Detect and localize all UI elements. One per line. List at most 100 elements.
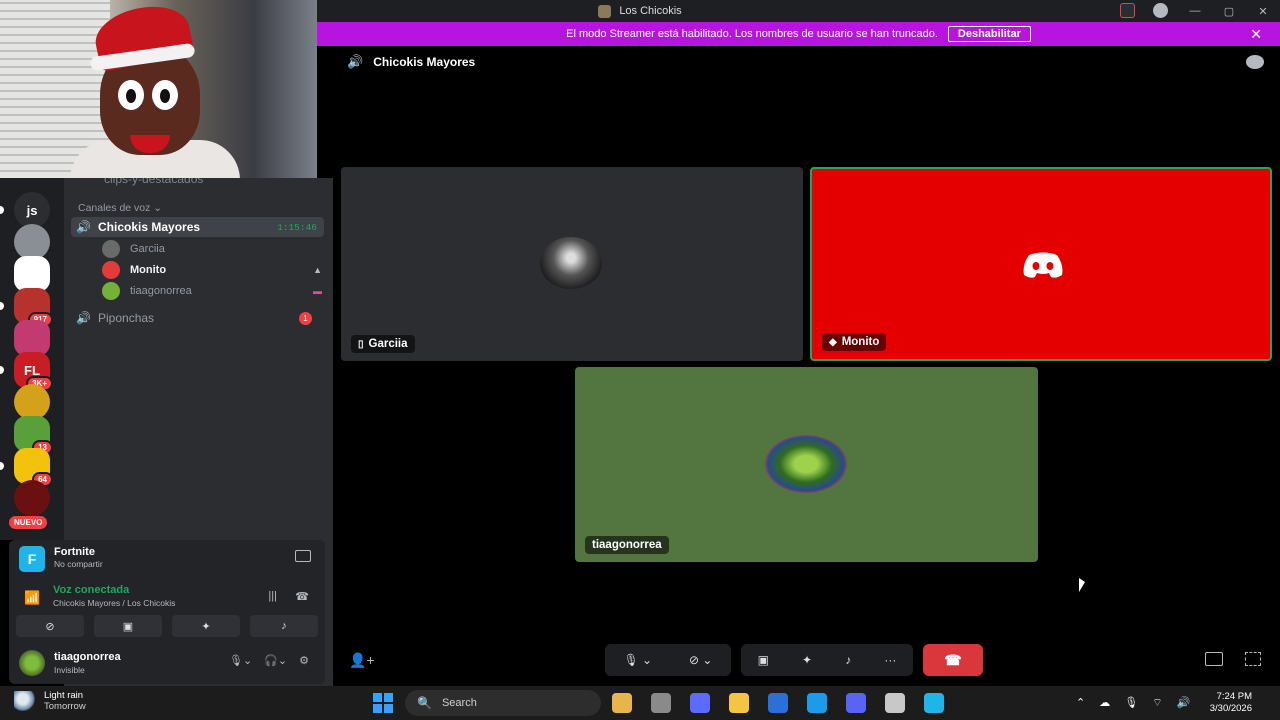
- headphones-icon[interactable]: 🎧⌄: [264, 654, 287, 667]
- voice-member-monito[interactable]: Monito ▲: [102, 261, 322, 279]
- server-fl[interactable]: FL 3K+: [14, 352, 53, 391]
- system-tray: ⌃ ☁ 🎙 ⌔ 🔊: [1076, 696, 1190, 710]
- stream-game-icon[interactable]: [295, 550, 311, 562]
- more-options-button[interactable]: ···: [878, 653, 902, 667]
- server-icon-3[interactable]: [14, 256, 50, 292]
- onedrive-icon[interactable]: ☁: [1099, 696, 1110, 710]
- voice-call-view: 🔊 Chicokis Mayores ▯ Garciia ◆ Monito ti…: [333, 46, 1280, 686]
- inbox-icon[interactable]: [1120, 3, 1135, 18]
- voice-channel-piponchas[interactable]: 🔊 Piponchas 1: [71, 308, 324, 328]
- discord-logo-icon: [1023, 252, 1063, 278]
- taskbar-app-icon[interactable]: [768, 693, 788, 713]
- unread-pill: [0, 206, 4, 214]
- invite-user-icon[interactable]: 👤+: [349, 652, 375, 669]
- participant-tile-monito[interactable]: ◆ Monito: [810, 167, 1272, 361]
- streamer-mode-banner: El modo Streamer está habilitado. Los no…: [317, 22, 1280, 46]
- server-icon-7[interactable]: [14, 384, 50, 420]
- taskbar-app-icon[interactable]: [729, 693, 749, 713]
- weather-title: Light rain: [44, 690, 84, 701]
- channel-name: Chicokis Mayores: [98, 220, 201, 234]
- avatar: [540, 237, 602, 289]
- close-window-button[interactable]: ✕: [1246, 5, 1280, 18]
- soundboard-button[interactable]: ♪: [839, 653, 857, 667]
- taskbar-app-icon[interactable]: [612, 693, 632, 713]
- taskbar-app-icon[interactable]: [651, 693, 671, 713]
- settings-gear-icon[interactable]: ⚙: [299, 654, 309, 667]
- member-name: Garciia: [130, 243, 165, 255]
- avatar: [102, 261, 120, 279]
- activities-button[interactable]: ✦: [796, 653, 818, 667]
- weather-sub: Tomorrow: [44, 701, 86, 712]
- clock[interactable]: 7:24 PM 3/30/2026: [1210, 691, 1252, 715]
- participant-tile-garciia[interactable]: ▯ Garciia: [341, 167, 803, 361]
- window-title: Los Chicokis: [619, 5, 682, 17]
- mask-eye: [152, 80, 178, 110]
- search-placeholder: Search: [441, 697, 477, 709]
- hang-up-button[interactable]: ☎: [923, 644, 983, 676]
- server-icon-2[interactable]: [14, 224, 50, 260]
- camera-off-button[interactable]: ⊘: [16, 615, 84, 637]
- server-icon-9[interactable]: 64: [14, 448, 53, 487]
- voice-member-tiaagonorrea[interactable]: tiaagonorrea ▬: [102, 282, 322, 300]
- popout-icon[interactable]: [1205, 652, 1223, 666]
- unread-pill: [0, 302, 4, 310]
- voice-location[interactable]: Chicokis Mayores / Los Chicokis: [53, 598, 175, 608]
- minimize-button[interactable]: —: [1178, 5, 1212, 17]
- server-icon-10[interactable]: [14, 480, 50, 516]
- playstation-icon: ◆: [829, 336, 837, 348]
- wifi-icon[interactable]: ⌔: [1152, 696, 1162, 710]
- voice-channel-chicokis-mayores[interactable]: 🔊 Chicokis Mayores 1:15:46: [71, 217, 324, 237]
- server-js[interactable]: js: [14, 192, 50, 228]
- user-name[interactable]: tiaagonorrea: [54, 651, 121, 663]
- server-icon: [598, 4, 612, 18]
- avatar: [102, 240, 120, 258]
- camera-toggle-button[interactable]: ⊘ ⌄: [683, 653, 718, 667]
- signal-icon[interactable]: 📶: [24, 590, 40, 606]
- speaker-icon: 🔊: [76, 311, 91, 325]
- user-avatar[interactable]: [19, 650, 45, 676]
- screen-share-button[interactable]: ▣: [94, 615, 162, 637]
- server-icon-4[interactable]: 917: [14, 288, 53, 327]
- mic-toggle-button[interactable]: 🎙 ⌄: [617, 653, 658, 667]
- taskbar-app-icon[interactable]: [924, 693, 944, 713]
- taskbar: Light rain Tomorrow 🔍 Search ⌃ ☁ 🎙 ⌔ 🔊 7…: [0, 686, 1280, 720]
- start-button[interactable]: [373, 693, 393, 713]
- voice-member-garciia[interactable]: Garciia: [102, 240, 322, 258]
- server-icon-8[interactable]: 13: [14, 416, 53, 455]
- discord-window: Los Chicokis — ▢ ✕ El modo Streamer está…: [0, 0, 1280, 720]
- help-icon[interactable]: [1153, 3, 1168, 18]
- taskbar-app-icon[interactable]: [690, 693, 710, 713]
- mic-icon[interactable]: 🎙⌄: [229, 654, 252, 667]
- fortnite-icon: F: [19, 546, 45, 572]
- taskbar-app-icon[interactable]: [846, 693, 866, 713]
- member-name: Monito: [130, 264, 167, 276]
- chevron-up-icon[interactable]: ⌃: [1076, 696, 1085, 710]
- taskbar-app-icon[interactable]: [885, 693, 905, 713]
- voice-category[interactable]: Canales de voz ⌄: [78, 202, 162, 214]
- soundboard-button[interactable]: ♪: [250, 615, 318, 637]
- playstation-icon: ▲: [313, 265, 322, 275]
- taskbar-apps: [612, 693, 944, 713]
- weather-widget[interactable]: Light rain Tomorrow: [14, 690, 86, 712]
- volume-icon[interactable]: 🔊: [1177, 696, 1191, 710]
- noise-suppression-icon[interactable]: |||: [268, 590, 277, 602]
- chat-bubble-icon[interactable]: [1246, 55, 1264, 69]
- maximize-button[interactable]: ▢: [1212, 5, 1246, 18]
- channel-name: Piponchas: [98, 311, 155, 325]
- unread-pill: [0, 462, 4, 470]
- server-icon-5[interactable]: [14, 320, 50, 356]
- name-tag: ▯ Garciia: [351, 335, 415, 353]
- disconnect-icon[interactable]: ☎: [295, 590, 309, 603]
- share-screen-button[interactable]: ▣: [752, 653, 775, 667]
- close-banner-icon[interactable]: ✕: [1250, 26, 1262, 43]
- taskbar-search[interactable]: 🔍 Search: [405, 690, 601, 716]
- fullscreen-icon[interactable]: [1245, 652, 1261, 666]
- participant-tile-tiaagonorrea[interactable]: tiaagonorrea: [575, 367, 1038, 562]
- mic-icon[interactable]: 🎙: [1124, 696, 1138, 710]
- disable-streamer-button[interactable]: Deshabilitar: [947, 26, 1031, 42]
- voice-connected-label[interactable]: Voz conectada: [53, 584, 129, 596]
- participant-name: Garciia: [368, 338, 408, 350]
- taskbar-app-icon[interactable]: [807, 693, 827, 713]
- controller-icon: ▬: [313, 286, 322, 296]
- activities-button[interactable]: ✦: [172, 615, 240, 637]
